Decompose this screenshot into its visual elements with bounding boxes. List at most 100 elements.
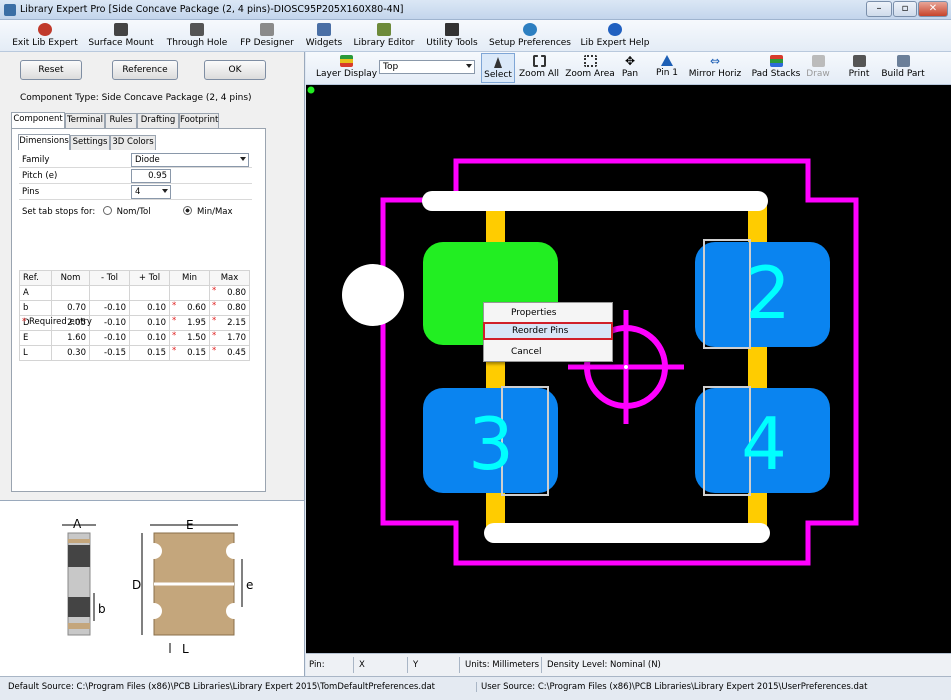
- layers-icon: [339, 55, 353, 67]
- footer-bar: Default Source: C:\Program Files (x86)\P…: [0, 676, 951, 700]
- cell-value: E: [23, 333, 29, 343]
- tab-drafting[interactable]: Drafting: [137, 113, 179, 128]
- library-editor-icon: [377, 23, 391, 36]
- setup-preferences-button[interactable]: Setup Preferences: [488, 20, 572, 52]
- cell-mtol[interactable]: -0.10: [89, 300, 130, 316]
- calculator-icon: [445, 23, 459, 36]
- required-marker: *: [212, 301, 217, 311]
- nom-tol-radio[interactable]: [102, 206, 112, 215]
- viewer-toolbar: Layer Display Top Select Zoom All Zoom A…: [306, 52, 951, 85]
- cell-min[interactable]: * 0.15: [169, 345, 210, 361]
- footprint-svg: 2 3 4: [307, 86, 859, 566]
- close-button[interactable]: ✕: [918, 1, 948, 17]
- exit-lib-expert-button[interactable]: Exit Lib Expert: [12, 20, 78, 52]
- cell-max[interactable]: * 0.80: [209, 300, 250, 316]
- cell-value: 0.15: [187, 348, 206, 358]
- cell-mtol[interactable]: -0.10: [89, 330, 130, 346]
- dim-e-label: E: [186, 518, 194, 532]
- app-icon: [4, 4, 16, 16]
- fp-designer-button[interactable]: FP Designer: [238, 20, 296, 52]
- pins-select[interactable]: 4: [131, 185, 171, 199]
- footprint-canvas[interactable]: 2 3 4: [306, 85, 951, 653]
- layer-select[interactable]: Top: [379, 60, 475, 74]
- select-tool-button[interactable]: Select: [481, 53, 515, 83]
- layer-display-button[interactable]: Layer Display: [316, 52, 377, 84]
- mirror-horiz-button[interactable]: ⇔ Mirror Horiz: [688, 52, 742, 84]
- cell-ptol[interactable]: 0.10: [129, 300, 170, 316]
- subtab-3d-colors[interactable]: 3D Colors: [110, 135, 156, 150]
- subtab-settings[interactable]: Settings: [70, 135, 110, 150]
- cell-nom[interactable]: [51, 285, 90, 301]
- utility-tools-button[interactable]: Utility Tools: [424, 20, 480, 52]
- header-ptol: + Tol: [129, 270, 170, 286]
- table-row: L 0.30 -0.15 0.15 * 0.15 * 0.45: [19, 345, 250, 361]
- cell-mtol[interactable]: -0.10: [89, 315, 130, 331]
- required-marker: *: [172, 331, 177, 341]
- tab-terminal[interactable]: Terminal: [65, 113, 105, 128]
- lib-expert-help-button[interactable]: Lib Expert Help: [580, 20, 650, 52]
- cell-ptol[interactable]: 0.15: [129, 345, 170, 361]
- min-max-radio[interactable]: [183, 206, 193, 215]
- courtyard-outline: [380, 158, 859, 566]
- cell-value: 0.10: [147, 303, 166, 313]
- cell-max[interactable]: * 0.80: [209, 285, 250, 301]
- zoom-all-button[interactable]: Zoom All: [517, 52, 561, 84]
- zoom-area-button[interactable]: Zoom Area: [564, 52, 616, 84]
- cell-max[interactable]: * 0.45: [209, 345, 250, 361]
- cell-min[interactable]: [169, 285, 210, 301]
- cell-ptol[interactable]: 0.10: [129, 315, 170, 331]
- reset-button[interactable]: Reset: [20, 60, 82, 80]
- family-select[interactable]: Diode: [131, 153, 249, 167]
- reference-button[interactable]: Reference: [112, 60, 178, 80]
- side-view-dark-band-lower: [68, 597, 90, 617]
- package-diagram: A b E D e L: [0, 500, 305, 678]
- pin1-button[interactable]: Pin 1: [650, 52, 684, 84]
- pin1-icon: [661, 55, 673, 66]
- side-view-terminal-top: [68, 539, 90, 543]
- pins-value: 4: [135, 187, 141, 197]
- dim-pitch-label: e: [246, 578, 253, 592]
- cell-nom[interactable]: 0.70: [51, 300, 90, 316]
- properties-menu-item[interactable]: Properties: [484, 304, 612, 322]
- build-part-button[interactable]: Build Part: [880, 52, 926, 84]
- cell-max[interactable]: * 1.70: [209, 330, 250, 346]
- draw-button[interactable]: Draw: [804, 52, 832, 84]
- print-button[interactable]: Print: [846, 52, 872, 84]
- through-hole-button[interactable]: Through Hole: [164, 20, 230, 52]
- pan-button[interactable]: ✥ Pan: [618, 52, 642, 84]
- tab-footprint[interactable]: Footprint: [179, 113, 219, 128]
- cell-max[interactable]: * 2.15: [209, 315, 250, 331]
- required-marker: *: [212, 346, 217, 356]
- cell-value: -0.10: [104, 303, 126, 313]
- cancel-menu-item[interactable]: Cancel: [484, 343, 612, 361]
- cell-min[interactable]: * 1.95: [169, 315, 210, 331]
- tabstops-label: Set tab stops for:: [22, 207, 96, 217]
- pitch-label: Pitch (e): [22, 171, 58, 181]
- pitch-input[interactable]: 0.95: [131, 169, 171, 183]
- tab-component[interactable]: Component: [11, 112, 65, 128]
- minimize-button[interactable]: –: [866, 1, 892, 17]
- cell-mtol[interactable]: [89, 285, 130, 301]
- cell-ptol[interactable]: 0.10: [129, 330, 170, 346]
- reorder-pins-menu-item[interactable]: Reorder Pins: [483, 322, 613, 340]
- table-row: E 1.60 -0.10 0.10 * 1.50 * 1.70: [19, 330, 250, 346]
- pad-stacks-button[interactable]: Pad Stacks: [750, 52, 802, 84]
- cell-min[interactable]: * 1.50: [169, 330, 210, 346]
- tab-rules[interactable]: Rules: [105, 113, 137, 128]
- cell-mtol[interactable]: -0.15: [89, 345, 130, 361]
- library-editor-button[interactable]: Library Editor: [352, 20, 416, 52]
- ok-button[interactable]: OK: [204, 60, 266, 80]
- cell-value: 1.60: [67, 333, 86, 343]
- widgets-button[interactable]: Widgets: [302, 20, 346, 52]
- cell-min[interactable]: * 0.60: [169, 300, 210, 316]
- surface-mount-button[interactable]: Surface Mount: [86, 20, 156, 52]
- through-hole-icon: [190, 23, 204, 36]
- cell-ptol[interactable]: [129, 285, 170, 301]
- cell-value: 1.95: [187, 318, 206, 328]
- side-view-dark-band-upper: [68, 545, 90, 567]
- subtab-dimensions[interactable]: Dimensions: [18, 134, 70, 150]
- cell-nom[interactable]: 0.30: [51, 345, 90, 361]
- title-bar: Library Expert Pro [Side Concave Package…: [0, 0, 951, 20]
- maximize-button[interactable]: ▫: [893, 1, 917, 17]
- cell-nom[interactable]: 1.60: [51, 330, 90, 346]
